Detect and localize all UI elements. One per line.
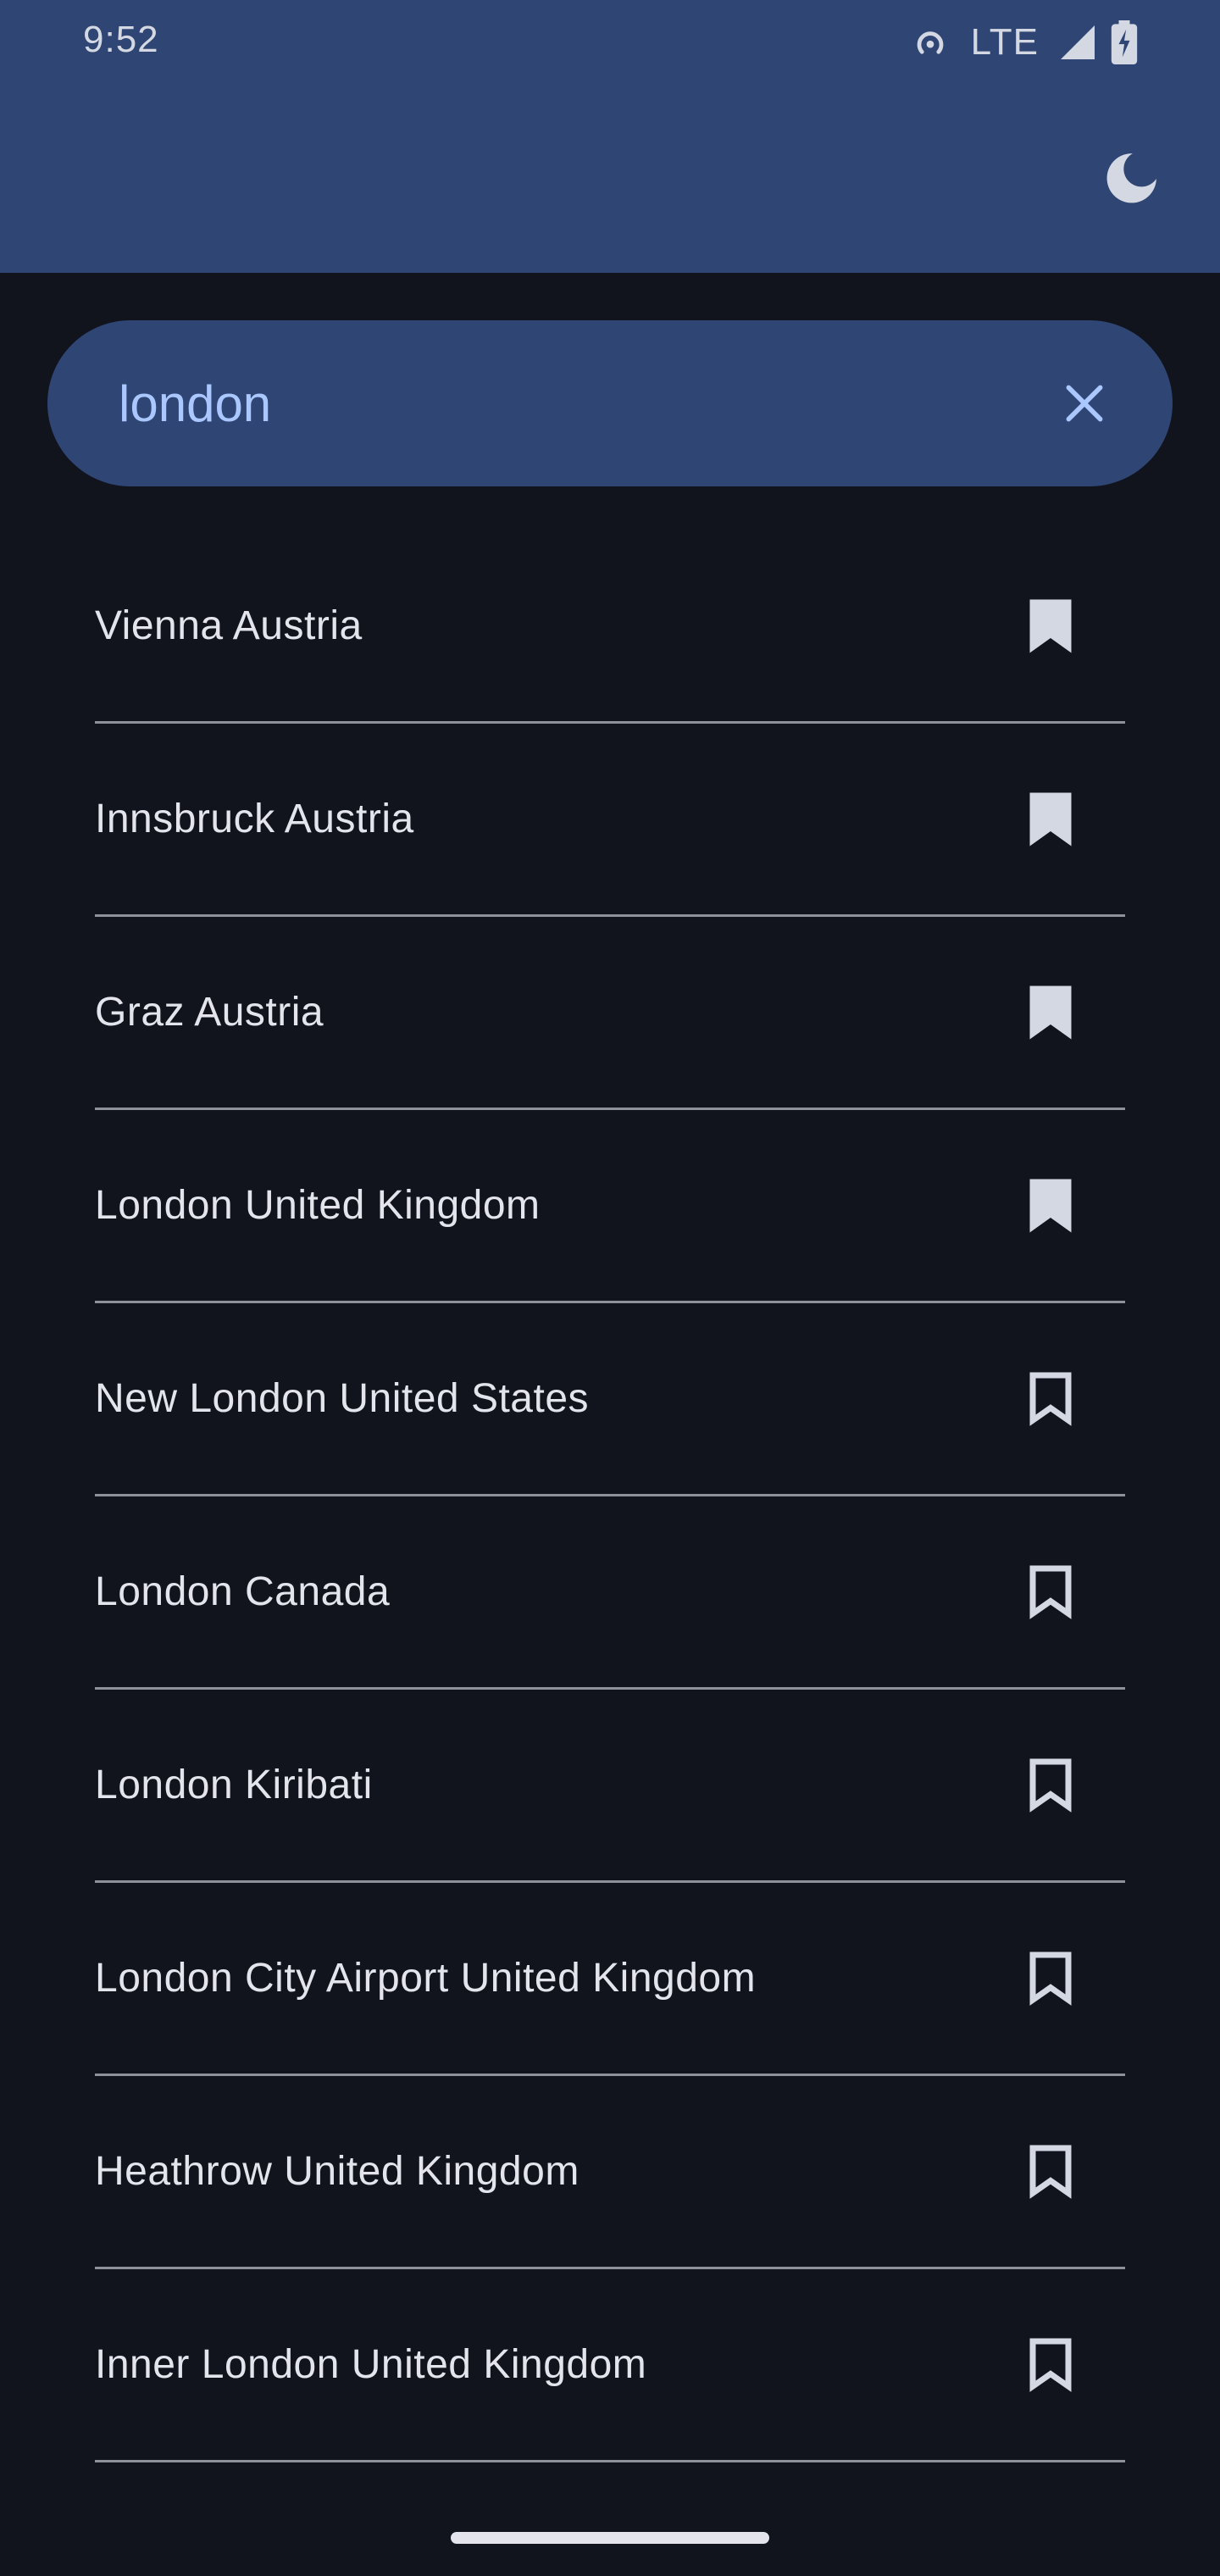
list-item[interactable]: London Canada xyxy=(95,1496,1125,1690)
location-label: New London United States xyxy=(95,1376,590,1421)
list-item[interactable]: Inner London United Kingdom xyxy=(95,2269,1125,2462)
bookmark-button[interactable] xyxy=(1010,1938,1091,2019)
location-label: London Canada xyxy=(95,1569,391,1614)
battery-charging-icon xyxy=(1110,20,1139,64)
bookmark-outline-icon xyxy=(1027,1756,1074,1815)
bookmark-outline-icon xyxy=(1027,2142,1074,2201)
moon-icon xyxy=(1102,148,1162,208)
location-label: Heathrow United Kingdom xyxy=(95,2149,580,2194)
clear-search-button[interactable] xyxy=(1044,363,1125,444)
location-label: Graz Austria xyxy=(95,990,324,1035)
bookmark-filled-icon xyxy=(1027,790,1074,849)
bookmark-button[interactable] xyxy=(1010,2324,1091,2406)
search-results-list: Vienna Austria Innsbruck Austria Graz Aust… xyxy=(95,530,1125,2462)
close-icon xyxy=(1061,380,1108,427)
status-time: 9:52 xyxy=(83,19,159,60)
bookmark-filled-icon xyxy=(1027,1176,1074,1235)
search-input[interactable] xyxy=(119,374,966,433)
list-item[interactable]: Innsbruck Austria xyxy=(95,724,1125,917)
hotspot-icon xyxy=(908,20,952,64)
list-item[interactable]: New London United States xyxy=(95,1303,1125,1496)
status-bar: 9:52 LTE xyxy=(0,0,1220,85)
bookmark-button[interactable] xyxy=(1010,1358,1091,1440)
bookmark-filled-icon xyxy=(1027,983,1074,1042)
list-item[interactable]: Graz Austria xyxy=(95,917,1125,1110)
theme-toggle-button[interactable] xyxy=(1096,142,1167,214)
list-item[interactable]: Vienna Austria xyxy=(95,530,1125,724)
signal-icon xyxy=(1057,22,1098,63)
bookmark-filled-icon xyxy=(1027,597,1074,656)
home-indicator[interactable] xyxy=(451,2532,769,2544)
app-bar: 9:52 LTE xyxy=(0,0,1220,273)
bookmark-outline-icon xyxy=(1027,2335,1074,2395)
list-item[interactable]: Heathrow United Kingdom xyxy=(95,2076,1125,2269)
network-type-label: LTE xyxy=(970,21,1039,63)
list-item[interactable]: London City Airport United Kingdom xyxy=(95,1883,1125,2076)
bookmark-outline-icon xyxy=(1027,1563,1074,1622)
bookmark-button[interactable] xyxy=(1010,1552,1091,1633)
bookmark-button[interactable] xyxy=(1010,2131,1091,2212)
status-icons: LTE xyxy=(908,17,1139,68)
bookmark-button[interactable] xyxy=(1010,1165,1091,1246)
bookmark-button[interactable] xyxy=(1010,779,1091,860)
bookmark-outline-icon xyxy=(1027,1369,1074,1429)
location-label: Innsbruck Austria xyxy=(95,797,414,841)
list-item[interactable]: London Kiribati xyxy=(95,1690,1125,1883)
location-label: Inner London United Kingdom xyxy=(95,2342,647,2387)
location-label: London City Airport United Kingdom xyxy=(95,1956,757,2001)
bookmark-button[interactable] xyxy=(1010,586,1091,667)
bookmark-button[interactable] xyxy=(1010,972,1091,1053)
list-item[interactable]: London United Kingdom xyxy=(95,1110,1125,1303)
location-label: Vienna Austria xyxy=(95,603,363,648)
search-bar xyxy=(47,320,1173,486)
location-label: London Kiribati xyxy=(95,1763,373,1807)
location-label: London United Kingdom xyxy=(95,1183,541,1228)
bookmark-outline-icon xyxy=(1027,1949,1074,2008)
bookmark-button[interactable] xyxy=(1010,1745,1091,1826)
